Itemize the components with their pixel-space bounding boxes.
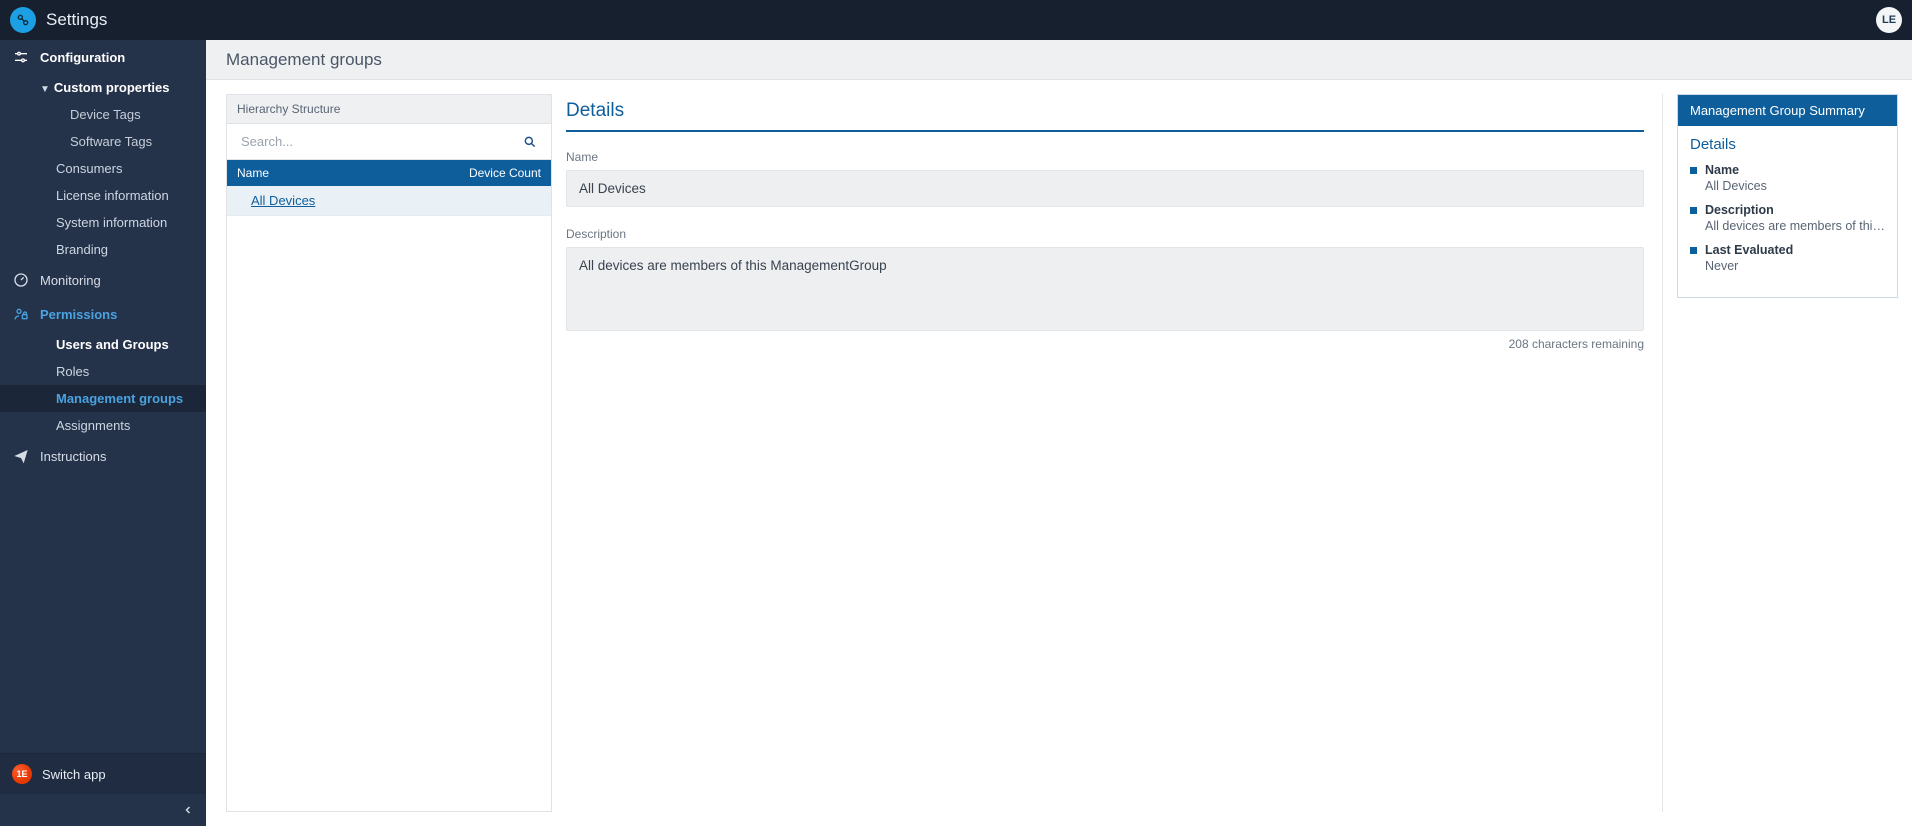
summary-card: Management Group Summary Details Name Al… — [1677, 94, 1898, 298]
details-column: Details Name All Devices Description All… — [566, 94, 1648, 812]
search-icon[interactable] — [515, 131, 545, 153]
field-description-label: Description — [566, 227, 1644, 241]
summary-column: Management Group Summary Details Name Al… — [1662, 94, 1898, 812]
hierarchy-panel-header: Hierarchy Structure — [227, 95, 551, 124]
user-avatar[interactable]: LE — [1876, 7, 1902, 33]
summary-value: All Devices — [1690, 179, 1885, 193]
caret-down-icon: ▼ — [40, 84, 50, 95]
hierarchy-panel: Hierarchy Structure Name Device Count Al… — [226, 94, 552, 812]
summary-list: Name All Devices Description All devices… — [1690, 163, 1885, 273]
nav-configuration[interactable]: Configuration — [0, 40, 206, 74]
nav-device-tags[interactable]: Device Tags — [0, 101, 206, 128]
nav-users-and-groups[interactable]: Users and Groups — [0, 331, 206, 358]
nav-system-information[interactable]: System information — [0, 209, 206, 236]
nav-instructions-label: Instructions — [40, 449, 106, 464]
nav-consumers[interactable]: Consumers — [0, 155, 206, 182]
gauge-icon — [12, 271, 30, 289]
topbar: Settings LE — [0, 0, 1912, 40]
chars-remaining: 208 characters remaining — [566, 337, 1644, 351]
summary-item: Description All devices are members of t… — [1690, 203, 1885, 233]
nav-monitoring[interactable]: Monitoring — [0, 263, 206, 297]
summary-card-header: Management Group Summary — [1678, 95, 1897, 126]
nav-assignments[interactable]: Assignments — [0, 412, 206, 439]
sidebar-scroll: Configuration ▼ Custom properties Device … — [0, 40, 206, 753]
nav-configuration-label: Configuration — [40, 50, 125, 65]
page-title: Management groups — [206, 40, 1912, 80]
hierarchy-row[interactable]: All Devices — [227, 186, 551, 216]
nav-custom-properties-label: Custom properties — [54, 80, 170, 95]
nav-branding[interactable]: Branding — [0, 236, 206, 263]
summary-key: Name — [1690, 163, 1885, 177]
hierarchy-table-head: Name Device Count — [227, 160, 551, 186]
field-description-value: All devices are members of this Manageme… — [566, 247, 1644, 331]
summary-key: Last Evaluated — [1690, 243, 1885, 257]
summary-item: Last Evaluated Never — [1690, 243, 1885, 273]
field-name-value: All Devices — [566, 170, 1644, 207]
content: Management groups Hierarchy Structure Na… — [206, 40, 1912, 826]
nav-roles[interactable]: Roles — [0, 358, 206, 385]
summary-value: Never — [1690, 259, 1885, 273]
summary-subtitle: Details — [1690, 136, 1885, 153]
topbar-left: Settings — [10, 7, 107, 33]
hierarchy-searchbar — [227, 124, 551, 160]
user-lock-icon — [12, 305, 30, 323]
switch-app[interactable]: 1E Switch app — [0, 754, 206, 794]
switch-app-icon: 1E — [12, 764, 32, 784]
sidebar-footer: 1E Switch app — [0, 753, 206, 826]
summary-body: Details Name All Devices Description All… — [1678, 126, 1897, 297]
nav-permissions[interactable]: Permissions — [0, 297, 206, 331]
nav-monitoring-label: Monitoring — [40, 273, 101, 288]
field-name-block: Name All Devices — [566, 150, 1644, 207]
summary-value: All devices are members of this Manag... — [1690, 219, 1885, 233]
app-title: Settings — [46, 10, 107, 30]
summary-item: Name All Devices — [1690, 163, 1885, 193]
field-description-block: Description All devices are members of t… — [566, 227, 1644, 351]
chevron-left-icon — [182, 804, 194, 816]
nav-management-groups[interactable]: Management groups — [0, 385, 206, 412]
page-body: Hierarchy Structure Name Device Count Al… — [206, 80, 1912, 826]
nav-instructions[interactable]: Instructions — [0, 439, 206, 473]
details-title: Details — [566, 100, 1644, 132]
app-logo-icon[interactable] — [10, 7, 36, 33]
paper-plane-icon — [12, 447, 30, 465]
nav-software-tags[interactable]: Software Tags — [0, 128, 206, 155]
shell: Configuration ▼ Custom properties Device … — [0, 40, 1912, 826]
sliders-icon — [12, 48, 30, 66]
collapse-sidebar[interactable] — [0, 794, 206, 826]
col-name: Name — [237, 166, 269, 180]
hierarchy-search-input[interactable] — [237, 128, 515, 155]
summary-key: Description — [1690, 203, 1885, 217]
hierarchy-row-name-link[interactable]: All Devices — [251, 193, 315, 208]
col-device-count: Device Count — [469, 166, 541, 180]
sidebar: Configuration ▼ Custom properties Device … — [0, 40, 206, 826]
nav-license-information[interactable]: License information — [0, 182, 206, 209]
nav-permissions-label: Permissions — [40, 307, 117, 322]
field-name-label: Name — [566, 150, 1644, 164]
switch-app-label: Switch app — [42, 767, 106, 782]
nav-custom-properties[interactable]: ▼ Custom properties — [0, 74, 206, 101]
